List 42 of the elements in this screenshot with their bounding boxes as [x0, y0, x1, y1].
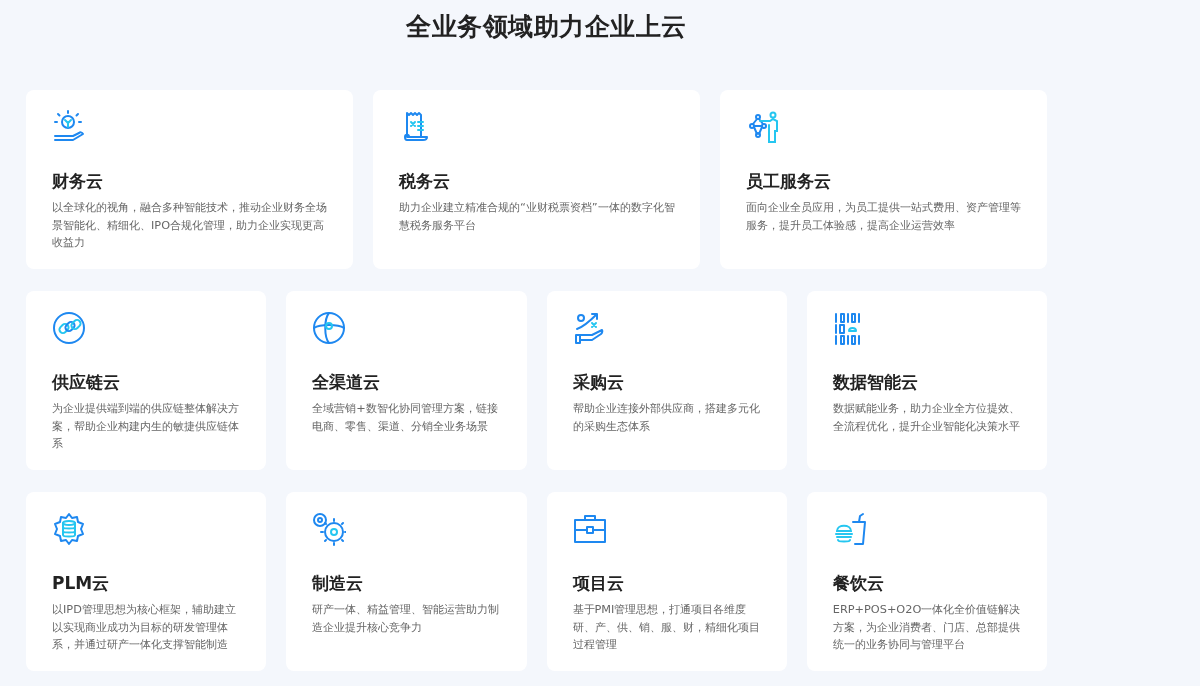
coin-hand-icon: [52, 110, 86, 144]
product-card[interactable]: 采购云 帮助企业连接外部供应商，搭建多元化的采购生态体系: [546, 291, 787, 470]
product-card[interactable]: 税务云 助力企业建立精准合规的“业财税票资档”一体的数字化智慧税务服务平台: [373, 90, 700, 269]
gears-icon: [312, 512, 347, 546]
product-card[interactable]: 项目云 基于PMI管理思想，打通项目各维度研、产、供、销、服、财，精细化项目过程管理: [546, 492, 787, 671]
card-description: 面向企业全员应用，为员工提供一站式费用、资产管理等服务，提升员工体验感，提高企业运营效率: [746, 200, 1022, 234]
card-description: 为企业提供端到端的供应链整体解决方案，帮助企业构建内生的敏捷供应链体系: [52, 401, 240, 452]
card-description: 研产一体、精益管理、智能运营助力制造企业提升核心竞争力: [312, 602, 501, 636]
section-title: 全业务领域助力企业上云: [405, 11, 688, 43]
card-title: 项目云: [572, 572, 625, 594]
product-card[interactable]: PLM云 以IPD管理思想为核心框架，辅助建立以实现商业成功为目标的研发管理体系，并通过研产一体化支撑智能制造: [26, 492, 267, 671]
card-description: 帮助企业连接外部供应商，搭建多元化的采购生态体系: [572, 401, 761, 435]
briefcase-icon: [572, 512, 607, 546]
food-drink-icon: [832, 512, 867, 546]
card-description: 助力企业建立精准合规的“业财税票资档”一体的数字化智慧税务服务平台: [399, 200, 676, 234]
product-card[interactable]: 数据智能云 数据赋能业务，助力企业全方位提效、全流程优化，提升企业智能化决策水平: [806, 291, 1047, 470]
card-title: 员工服务云: [746, 170, 832, 192]
card-title: 数据智能云: [832, 371, 919, 393]
card-title: PLM云: [52, 572, 111, 594]
card-description: 基于PMI管理思想，打通项目各维度研、产、供、销、服、财，精细化项目过程管理: [572, 602, 761, 653]
card-description: 以全球化的视角，融合多种智能技术，推动企业财务全场景智能化、精细化、IPO合规化管理，助力企业实现更高收益力: [52, 200, 328, 251]
card-description: 数据赋能业务，助力企业全方位提效、全流程优化，提升企业智能化决策水平: [832, 401, 1021, 435]
product-card[interactable]: 制造云 研产一体、精益管理、智能运营助力制造企业提升核心竞争力: [286, 492, 527, 671]
card-title: 制造云: [312, 572, 365, 594]
card-title: 餐饮云: [832, 572, 885, 594]
product-card[interactable]: 供应链云 为企业提供端到端的供应链整体解决方案，帮助企业构建内生的敏捷供应链体系: [26, 291, 267, 470]
product-card[interactable]: 员工服务云 面向企业全员应用，为员工提供一站式费用、资产管理等服务，提升员工体验感，提高企业运营效率: [720, 90, 1047, 269]
gear-database-icon: [52, 512, 86, 546]
globe-icon: [312, 311, 347, 345]
card-description: 全域营销+数智化协同管理方案，链接电商、零售、渠道、分销全业务场景: [312, 401, 499, 435]
card-title: 全渠道云: [312, 371, 382, 393]
card-title: 采购云: [572, 371, 625, 393]
card-title: 税务云: [399, 170, 451, 192]
product-card[interactable]: 全渠道云 全域营销+数智化协同管理方案，链接电商、零售、渠道、分销全业务场景: [286, 291, 527, 470]
product-card[interactable]: 财务云 以全球化的视角，融合多种智能技术，推动企业财务全场景智能化、精细化、IPO合规化管理，助力企业实现更高收益力: [26, 90, 353, 269]
card-description: 以IPD管理思想为核心框架，辅助建立以实现商业成功为目标的研发管理体系，并通过研产一体化支撑智能制造: [52, 602, 237, 653]
network-person-icon: [746, 110, 780, 144]
card-description: ERP+POS+O2O一体化全价值链解决方案，为企业消费者、门店、总部提供统一的业务协同与管理平台: [832, 602, 1022, 653]
chain-link-icon: [52, 311, 86, 345]
product-card[interactable]: 餐饮云 ERP+POS+O2O一体化全价值链解决方案，为企业消费者、门店、总部提供统一的业务协同与管理平台: [806, 492, 1047, 671]
card-title: 供应链云: [52, 371, 121, 393]
card-title: 财务云: [52, 170, 104, 192]
